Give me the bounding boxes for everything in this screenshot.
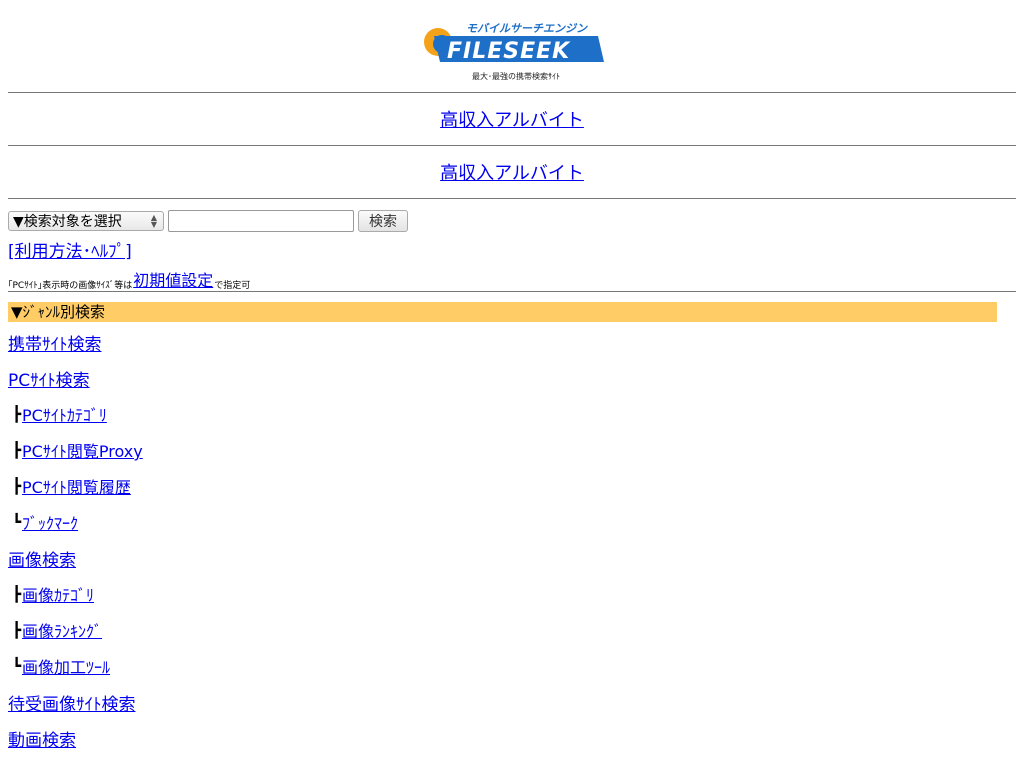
logo-tagline: 最大･最強の携帯検索ｻｲﾄ — [472, 72, 560, 81]
genre-item-image-ranking: ┣ 画像ﾗﾝｷﾝｸﾞ — [8, 612, 1016, 648]
genre-link[interactable]: ﾌﾞｯｸﾏｰｸ — [22, 510, 78, 534]
genre-item-image-search: 画像検索 — [8, 540, 1016, 576]
select-arrows-icon: ▲ ▼ — [150, 213, 157, 229]
genre-list: 携帯ｻｲﾄ検索 PCｻｲﾄ検索 ┣ PCｻｲﾄｶﾃｺﾞﾘ ┣ PCｻｲﾄ閲覧Pr… — [8, 324, 1016, 756]
genre-link[interactable]: 画像加工ﾂｰﾙ — [22, 654, 110, 678]
help-row: [利用方法･ﾍﾙﾌﾟ] — [8, 241, 1016, 263]
genre-section-heading: ▼ｼﾞｬﾝﾙ別検索 — [8, 302, 997, 322]
genre-link[interactable]: PCｻｲﾄ閲覧履歴 — [22, 474, 131, 498]
tree-branch-glyph: ┗ — [12, 657, 22, 675]
genre-link[interactable]: 画像ｶﾃｺﾞﾘ — [22, 582, 94, 606]
divider — [8, 291, 1016, 292]
tree-branch-glyph: ┣ — [12, 477, 22, 495]
genre-item-image-category: ┣ 画像ｶﾃｺﾞﾘ — [8, 576, 1016, 612]
fileseek-logo[interactable]: FILESEEK モバイルサーチエンジン 最大･最強の携帯検索ｻｲﾄ — [416, 18, 612, 90]
ad-row-1: 高収入アルバイト — [8, 93, 1016, 145]
ad-row-2: 高収入アルバイト — [8, 146, 1016, 198]
search-target-select[interactable]: ▼検索対象を選択 ▲ ▼ — [8, 211, 164, 231]
search-input[interactable] — [168, 210, 354, 232]
ad-link-2[interactable]: 高収入アルバイト — [440, 159, 584, 185]
genre-link[interactable]: PCｻｲﾄ閲覧Proxy — [22, 438, 143, 462]
genre-link[interactable]: PCｻｲﾄｶﾃｺﾞﾘ — [22, 402, 107, 426]
genre-item-bookmark: ┗ ﾌﾞｯｸﾏｰｸ — [8, 504, 1016, 540]
tree-branch-glyph: ┗ — [12, 513, 22, 531]
search-form: ▼検索対象を選択 ▲ ▼ 検索 — [8, 209, 1016, 233]
genre-item-pc-site-search: PCｻｲﾄ検索 — [8, 360, 1016, 396]
ad-link-1[interactable]: 高収入アルバイト — [440, 106, 584, 132]
page: FILESEEK モバイルサーチエンジン 最大･最強の携帯検索ｻｲﾄ 高収入アル… — [0, 0, 1024, 756]
settings-note: ｢PCｻｲﾄ｣表示時の画像ｻｲｽﾞ等は 初期値設定 で指定可 — [8, 269, 1016, 291]
genre-link[interactable]: 画像ﾗﾝｷﾝｸﾞ — [22, 618, 102, 642]
tree-branch-glyph: ┣ — [12, 585, 22, 603]
tree-branch-glyph: ┣ — [12, 621, 22, 639]
genre-item-video-search: 動画検索 — [8, 720, 1016, 756]
genre-item-pc-site-proxy: ┣ PCｻｲﾄ閲覧Proxy — [8, 432, 1016, 468]
logo-katakana-text: モバイルサーチエンジン — [466, 22, 588, 35]
genre-link[interactable]: PCｻｲﾄ検索 — [8, 366, 90, 391]
settings-note-prefix: ｢PCｻｲﾄ｣表示時の画像ｻｲｽﾞ等は — [8, 281, 133, 291]
tree-branch-glyph: ┣ — [12, 405, 22, 423]
help-link[interactable]: [利用方法･ﾍﾙﾌﾟ] — [8, 242, 132, 262]
genre-item-wallpaper-search: 待受画像ｻｲﾄ検索 — [8, 684, 1016, 720]
genre-item-mobile-site-search: 携帯ｻｲﾄ検索 — [8, 324, 1016, 360]
logo-brand-text: FILESEEK — [447, 39, 571, 64]
settings-note-suffix: で指定可 — [214, 281, 251, 291]
tree-branch-glyph: ┣ — [12, 441, 22, 459]
search-target-select-value: ▼検索対象を選択 — [13, 214, 122, 230]
genre-item-image-tool: ┗ 画像加工ﾂｰﾙ — [8, 648, 1016, 684]
genre-link[interactable]: 携帯ｻｲﾄ検索 — [8, 330, 102, 355]
divider — [8, 198, 1016, 199]
genre-link[interactable]: 動画検索 — [8, 726, 76, 751]
genre-item-pc-site-category: ┣ PCｻｲﾄｶﾃｺﾞﾘ — [8, 396, 1016, 432]
search-button[interactable]: 検索 — [358, 210, 408, 232]
initial-settings-link[interactable]: 初期値設定 — [133, 267, 213, 291]
genre-link[interactable]: 画像検索 — [8, 546, 76, 571]
genre-link[interactable]: 待受画像ｻｲﾄ検索 — [8, 690, 136, 715]
genre-item-pc-site-history: ┣ PCｻｲﾄ閲覧履歴 — [8, 468, 1016, 504]
header: FILESEEK モバイルサーチエンジン 最大･最強の携帯検索ｻｲﾄ — [8, 0, 1016, 92]
